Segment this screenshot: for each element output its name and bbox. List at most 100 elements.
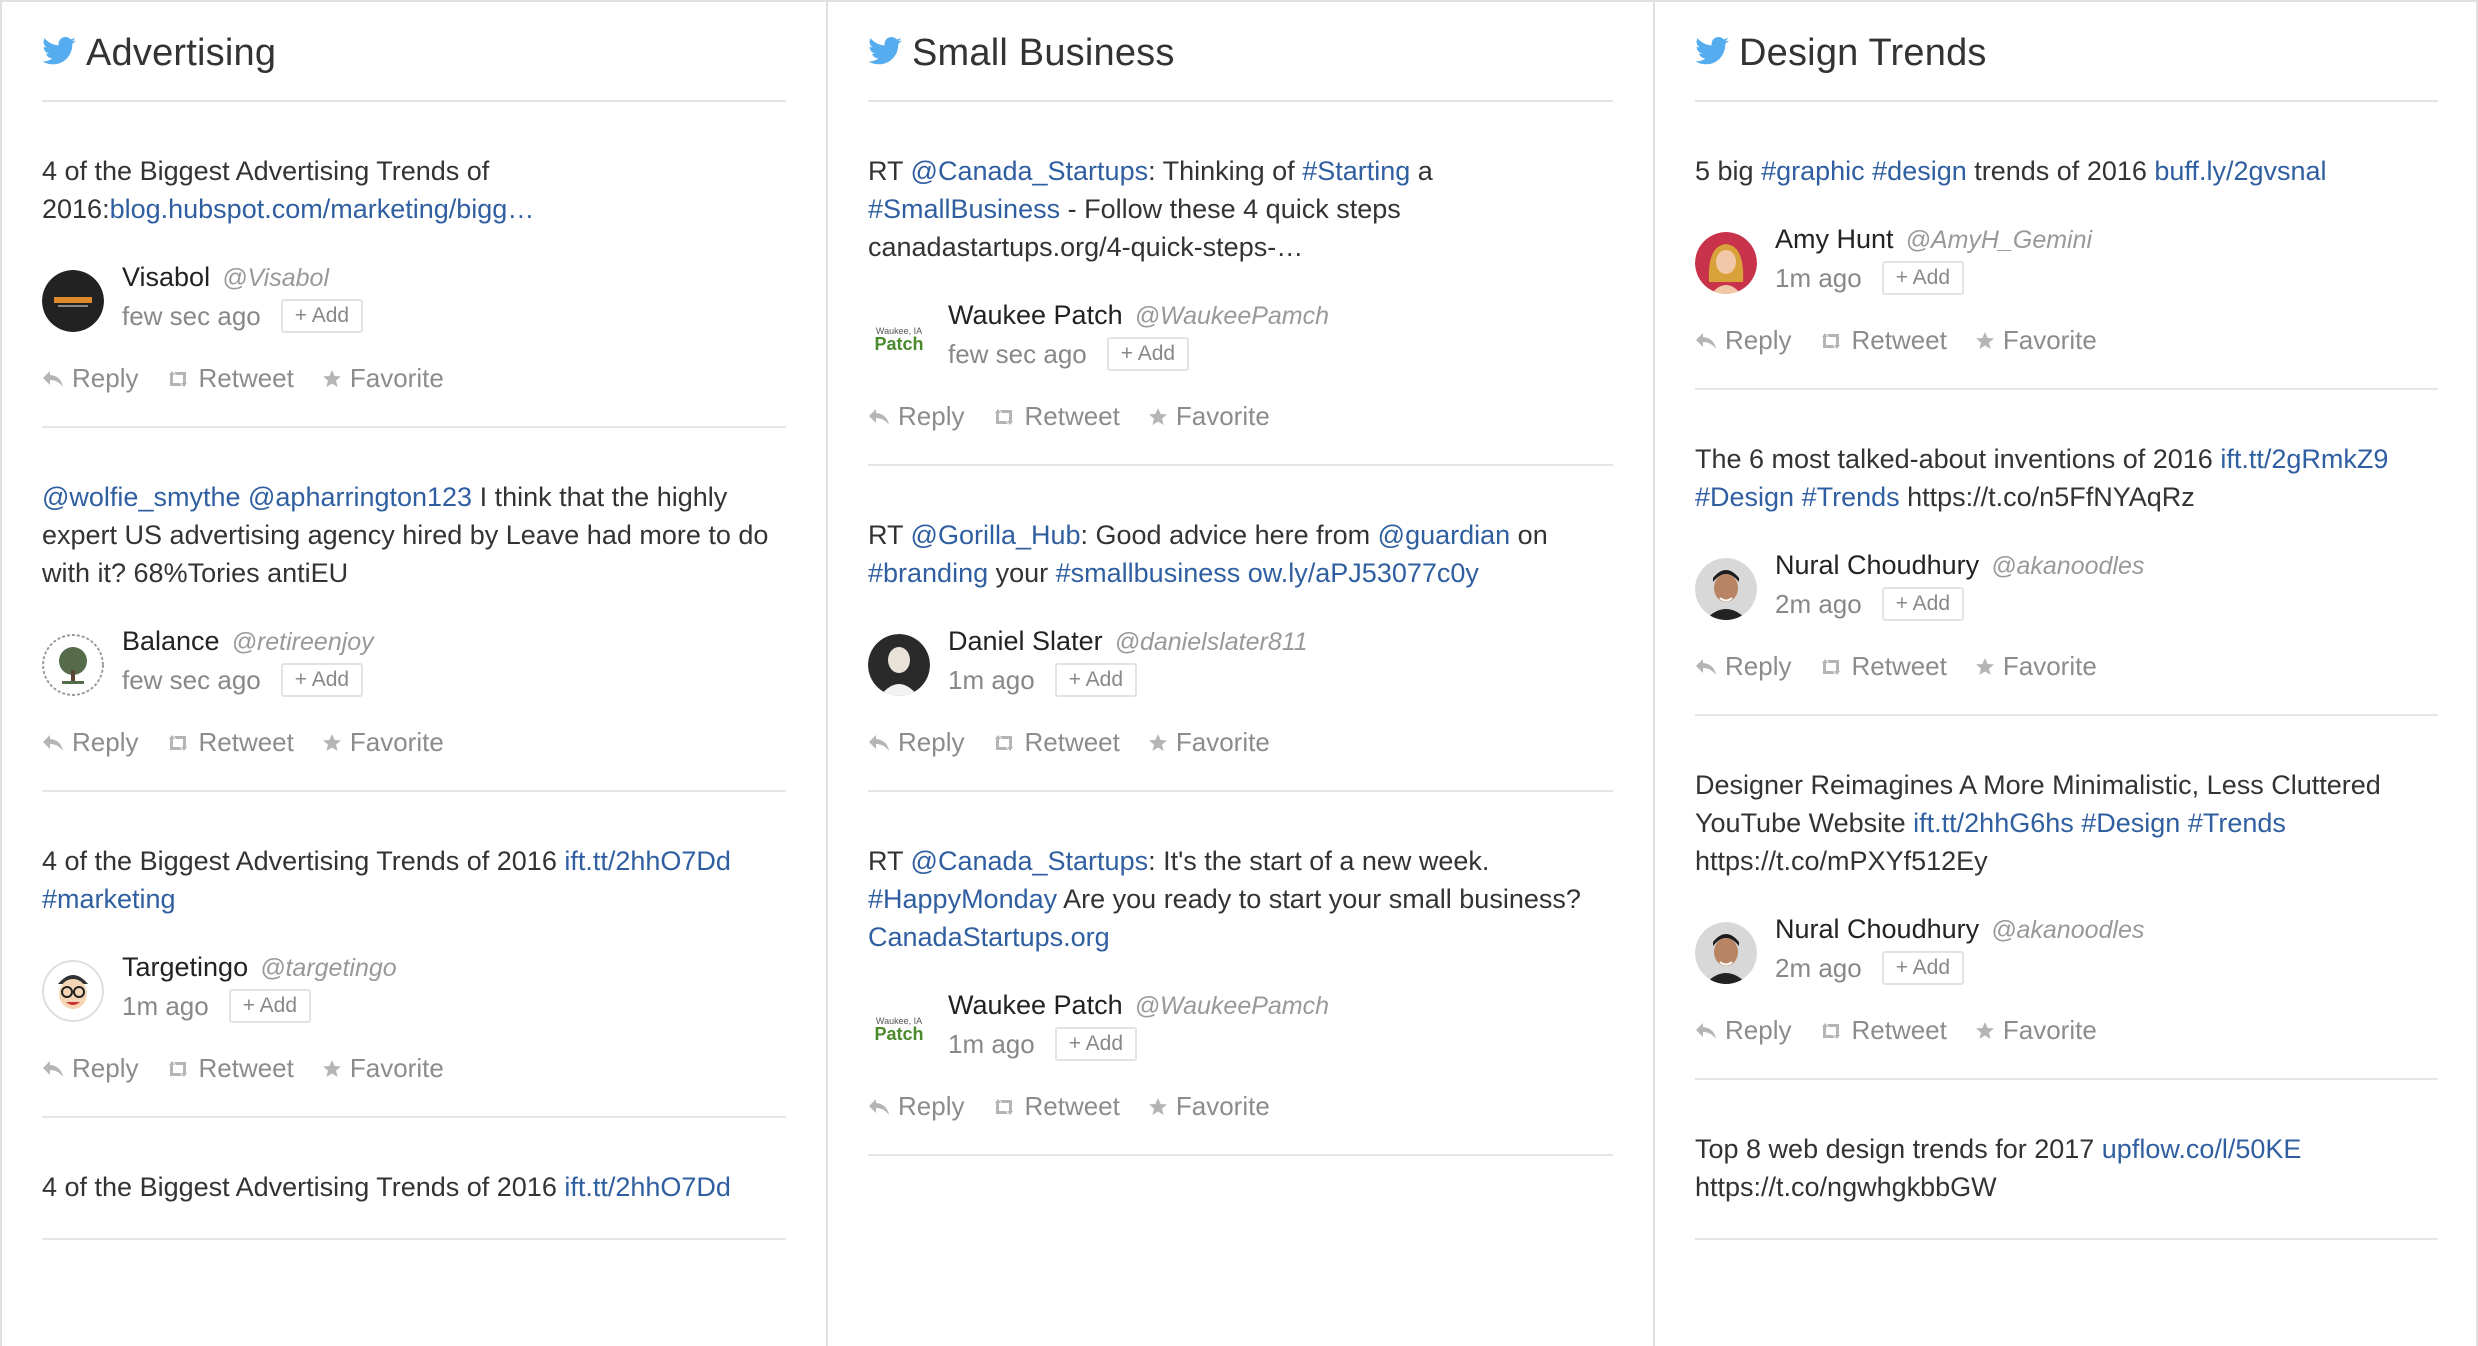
tweet-link[interactable]: #marketing xyxy=(42,884,176,914)
tweet-link[interactable]: @apharrington123 xyxy=(248,482,472,512)
tweet-link[interactable]: #Starting xyxy=(1302,156,1410,186)
tweet-link[interactable]: upflow.co/l/50KE xyxy=(2102,1134,2302,1164)
author-name[interactable]: Nural Choudhury xyxy=(1775,914,1979,945)
author-handle[interactable]: @Visabol xyxy=(222,264,329,293)
reply-button[interactable]: Reply xyxy=(42,727,138,758)
reply-button[interactable]: Reply xyxy=(868,401,964,432)
avatar[interactable] xyxy=(1695,232,1757,294)
column-header: Small Business xyxy=(868,2,1613,102)
reply-button[interactable]: Reply xyxy=(1695,1015,1791,1046)
reply-button[interactable]: Reply xyxy=(868,1091,964,1122)
favorite-button[interactable]: Favorite xyxy=(1148,1091,1270,1122)
tweet-link[interactable]: #Trends xyxy=(2188,808,2286,838)
favorite-button[interactable]: Favorite xyxy=(322,1053,444,1084)
avatar[interactable]: Waukee, IA Patch xyxy=(868,998,930,1060)
add-button[interactable]: + Add xyxy=(1054,1027,1138,1061)
author-handle[interactable]: @akanoodles xyxy=(1991,552,2144,581)
retweet-icon xyxy=(995,408,1014,425)
reply-button[interactable]: Reply xyxy=(42,1053,138,1084)
add-button[interactable]: + Add xyxy=(280,299,364,333)
author-name[interactable]: Waukee Patch xyxy=(948,300,1123,331)
tweet-link[interactable]: #design xyxy=(1872,156,1967,186)
tweet-link[interactable]: ift.tt/2hhO7Dd xyxy=(564,1172,731,1202)
author-handle[interactable]: @WaukeePamch xyxy=(1135,302,1329,331)
retweet-button[interactable]: Retweet xyxy=(992,401,1120,432)
author-handle[interactable]: @retireenjoy xyxy=(232,628,374,657)
favorite-button[interactable]: Favorite xyxy=(1975,1015,2097,1046)
author-handle[interactable]: @AmyH_Gemini xyxy=(1906,226,2093,255)
tweet-link[interactable]: @Canada_Startups xyxy=(911,156,1149,186)
retweet-button[interactable]: Retweet xyxy=(166,363,294,394)
avatar[interactable] xyxy=(868,634,930,696)
tweet-link[interactable]: #smallbusiness xyxy=(1056,558,1241,588)
avatar[interactable] xyxy=(1695,558,1757,620)
retweet-button[interactable]: Retweet xyxy=(1819,1015,1947,1046)
retweet-button[interactable]: Retweet xyxy=(992,1091,1120,1122)
add-button[interactable]: + Add xyxy=(1054,663,1138,697)
tweet-link[interactable]: ift.tt/2gRmkZ9 xyxy=(2220,444,2388,474)
add-button[interactable]: + Add xyxy=(1881,587,1965,621)
author-name[interactable]: Balance xyxy=(122,626,220,657)
author-name[interactable]: Nural Choudhury xyxy=(1775,550,1979,581)
add-button[interactable]: + Add xyxy=(1106,337,1190,371)
add-button[interactable]: + Add xyxy=(280,663,364,697)
tweet-link[interactable]: ift.tt/2hhG6hs xyxy=(1913,808,2074,838)
add-button[interactable]: + Add xyxy=(228,989,312,1023)
author-handle[interactable]: @targetingo xyxy=(260,954,397,983)
favorite-button[interactable]: Favorite xyxy=(1975,651,2097,682)
favorite-button[interactable]: Favorite xyxy=(322,727,444,758)
tweet-link[interactable]: #Design xyxy=(1695,482,1794,512)
favorite-button[interactable]: Favorite xyxy=(1148,401,1270,432)
tweet-link[interactable]: #Trends xyxy=(1802,482,1900,512)
tweet-link[interactable]: @Canada_Startups xyxy=(911,846,1149,876)
tweet-link[interactable]: ift.tt/2hhO7Dd xyxy=(564,846,731,876)
author-name[interactable]: Targetingo xyxy=(122,952,248,983)
tweet-link[interactable]: @wolfie_smythe xyxy=(42,482,240,512)
tweet-link[interactable]: #Design xyxy=(2081,808,2180,838)
reply-button[interactable]: Reply xyxy=(1695,651,1791,682)
reply-label: Reply xyxy=(72,727,139,757)
retweet-button[interactable]: Retweet xyxy=(166,727,294,758)
add-button[interactable]: + Add xyxy=(1881,261,1965,295)
avatar[interactable] xyxy=(42,960,104,1022)
author-name[interactable]: Daniel Slater xyxy=(948,626,1103,657)
tweet: 4 of the Biggest Advertising Trends of 2… xyxy=(42,792,786,1118)
reply-button[interactable]: Reply xyxy=(868,727,964,758)
column-small-business: Small Business RT @Canada_Startups: Thin… xyxy=(828,2,1655,1346)
reply-button[interactable]: Reply xyxy=(1695,325,1791,356)
favorite-button[interactable]: Favorite xyxy=(1148,727,1270,758)
tweet: 5 big #graphic #design trends of 2016 bu… xyxy=(1695,102,2438,390)
author-handle[interactable]: @WaukeePamch xyxy=(1135,992,1329,1021)
author-handle[interactable]: @akanoodles xyxy=(1991,916,2144,945)
author-name[interactable]: Amy Hunt xyxy=(1775,224,1894,255)
tweet-link[interactable]: CanadaStartups.org xyxy=(868,922,1110,952)
avatar[interactable] xyxy=(1695,922,1757,984)
tweet-link[interactable]: ow.ly/aPJ53077c0y xyxy=(1248,558,1479,588)
author-name[interactable]: Waukee Patch xyxy=(948,990,1123,1021)
favorite-button[interactable]: Favorite xyxy=(1975,325,2097,356)
favorite-button[interactable]: Favorite xyxy=(322,363,444,394)
tweet-link[interactable]: #graphic xyxy=(1761,156,1865,186)
tweet-link[interactable]: #branding xyxy=(868,558,988,588)
tweet-link[interactable]: #SmallBusiness xyxy=(868,194,1060,224)
add-button[interactable]: + Add xyxy=(1881,951,1965,985)
retweet-button[interactable]: Retweet xyxy=(992,727,1120,758)
retweet-button[interactable]: Retweet xyxy=(1819,325,1947,356)
author-handle[interactable]: @danielslater811 xyxy=(1115,628,1308,657)
name-line: Waukee Patch @WaukeePamch xyxy=(948,300,1329,331)
retweet-button[interactable]: Retweet xyxy=(1819,651,1947,682)
tweet-link[interactable]: @Gorilla_Hub xyxy=(911,520,1081,550)
avatar[interactable]: Waukee, IA Patch xyxy=(868,308,930,370)
author-info: Targetingo @targetingo 1m ago + Add xyxy=(122,952,397,1023)
tweet-link[interactable]: blog.hubspot.com/marketing/bigg… xyxy=(110,194,535,224)
tweet-author: Waukee, IA Patch Waukee Patch @WaukeePamch f… xyxy=(868,300,1613,371)
author-name[interactable]: Visabol xyxy=(122,262,210,293)
tweet-link[interactable]: buff.ly/2gvsnal xyxy=(2154,156,2326,186)
avatar[interactable] xyxy=(42,270,104,332)
avatar[interactable] xyxy=(42,634,104,696)
tweet-link[interactable]: @guardian xyxy=(1378,520,1511,550)
retweet-button[interactable]: Retweet xyxy=(166,1053,294,1084)
tweet-link[interactable]: #HappyMonday xyxy=(868,884,1057,914)
reply-button[interactable]: Reply xyxy=(42,363,138,394)
tweet-list: 5 big #graphic #design trends of 2016 bu… xyxy=(1695,102,2438,1240)
